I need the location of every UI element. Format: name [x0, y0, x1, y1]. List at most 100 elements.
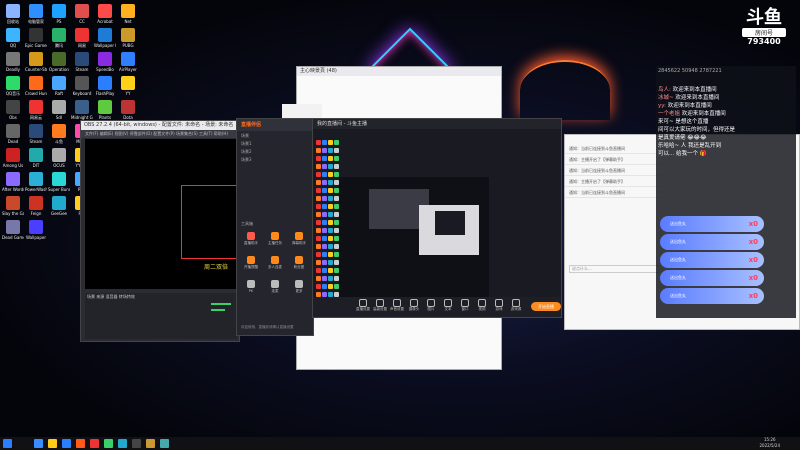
desktop-icon[interactable]: QQ — [2, 28, 24, 48]
source-thumbnail[interactable] — [327, 203, 333, 209]
source-thumbnail[interactable] — [333, 139, 339, 145]
desktop-icon[interactable]: Dead — [2, 124, 24, 144]
source-thumbnail[interactable] — [321, 179, 327, 185]
source-thumbnail[interactable] — [321, 235, 327, 241]
source-thumbnail[interactable] — [333, 227, 339, 233]
source-thumbnail[interactable] — [327, 211, 333, 217]
desktop-icon[interactable]: 斗鱼 — [48, 124, 70, 144]
source-thumbnail[interactable] — [327, 155, 333, 161]
source-thumbnail[interactable] — [333, 211, 339, 217]
source-thumbnail[interactable] — [315, 211, 321, 217]
source-thumbnail[interactable] — [327, 147, 333, 153]
scene-item[interactable]: 场景2 — [237, 149, 269, 157]
desktop-icon[interactable]: PowerWash Simulator — [25, 172, 47, 192]
taskbar-app-icon[interactable] — [160, 439, 169, 448]
source-thumbnail[interactable] — [333, 195, 339, 201]
source-thumbnail[interactable] — [333, 275, 339, 281]
source-thumbnail[interactable] — [321, 187, 327, 193]
desktop-icon[interactable]: 网易云 — [25, 100, 47, 120]
source-thumbnail[interactable] — [315, 179, 321, 185]
obs-source-frame[interactable] — [181, 185, 239, 259]
desktop-icon[interactable]: CC — [71, 4, 93, 24]
obs-menu-bar[interactable]: 文件(F) 编辑(E) 视图(V) 停靠部件(D) 配置文件(P) 场景集合(S… — [81, 130, 239, 138]
source-thumbnail[interactable] — [315, 267, 321, 273]
source-thumbnail[interactable] — [327, 235, 333, 241]
clock[interactable]: 15:26 2022/5/24 — [759, 437, 780, 449]
source-thumbnail[interactable] — [321, 163, 327, 169]
source-thumbnail[interactable] — [315, 219, 321, 225]
source-thumbnail[interactable] — [333, 259, 339, 265]
taskbar-app-icon[interactable] — [90, 439, 99, 448]
taskbar-app-icon[interactable] — [34, 439, 43, 448]
source-thumbnail[interactable] — [321, 291, 327, 297]
desktop-icon[interactable]: Dota — [117, 100, 139, 120]
desktop-icon[interactable]: 网易 — [71, 28, 93, 48]
source-thumbnail[interactable] — [327, 251, 333, 257]
desktop-icon[interactable]: PS — [48, 4, 70, 24]
desktop-icon[interactable]: GeeGee — [48, 196, 70, 216]
taskbar-app-icon[interactable] — [132, 439, 141, 448]
source-thumbnail[interactable] — [333, 155, 339, 161]
source-thumbnail[interactable] — [333, 171, 339, 177]
scene-item[interactable]: 场景3 — [237, 157, 269, 165]
source-thumbnail[interactable] — [321, 259, 327, 265]
desktop-icon[interactable]: 回收站 — [2, 4, 24, 24]
source-thumbnail[interactable] — [333, 163, 339, 169]
source-thumbnail[interactable] — [315, 235, 321, 241]
desktop-icon[interactable]: Keyboard — [71, 76, 93, 96]
desktop-icon[interactable]: Deadly — [2, 52, 24, 72]
source-thumbnail[interactable] — [315, 291, 321, 297]
tool-item[interactable]: 直播助手 — [240, 230, 262, 252]
source-thumbnail[interactable] — [333, 243, 339, 249]
desktop-icon[interactable]: Wallpaper — [25, 220, 47, 240]
source-thumbnail[interactable] — [321, 203, 327, 209]
source-thumbnail[interactable] — [333, 267, 339, 273]
tool-item[interactable]: 连麦 — [264, 278, 286, 300]
source-thumbnail[interactable] — [315, 227, 321, 233]
desktop-icon[interactable]: AirPlayer — [117, 52, 139, 72]
source-thumbnail[interactable] — [315, 163, 321, 169]
desktop-icon[interactable]: Wallpaper Engine — [94, 28, 116, 48]
obs-dock[interactable]: 场景 来源 混音器 转场特效 — [85, 293, 237, 339]
source-thumbnail[interactable] — [315, 171, 321, 177]
source-thumbnail[interactable] — [321, 139, 327, 145]
desktop-icon[interactable]: Counter-Strike — [25, 52, 47, 72]
desktop-icon[interactable]: FlashPlay — [94, 76, 116, 96]
desktop-icon[interactable]: Crowd Hunger — [25, 76, 47, 96]
source-thumbnail[interactable] — [333, 147, 339, 153]
taskbar-app-icon[interactable] — [48, 439, 57, 448]
source-thumbnail[interactable] — [321, 211, 327, 217]
source-thumbnail[interactable] — [321, 195, 327, 201]
source-thumbnail[interactable] — [327, 243, 333, 249]
desktop-icon[interactable]: 电脑管家 — [25, 4, 47, 24]
source-thumbnail[interactable] — [333, 203, 339, 209]
source-thumbnail[interactable] — [321, 251, 327, 257]
start-live-button[interactable]: 开始直播 — [531, 302, 561, 311]
source-thumbnail[interactable] — [327, 219, 333, 225]
tool-item[interactable]: 粉丝团 — [288, 254, 310, 276]
desktop-icon[interactable]: OCUS — [48, 148, 70, 168]
obs-window[interactable]: OBS 27.2.4 (64-bit, windows) - 配置文件: 未命名… — [80, 120, 240, 342]
tool-item[interactable]: 更多 — [288, 278, 310, 300]
source-thumbnail[interactable] — [321, 227, 327, 233]
desktop-icon[interactable]: Operation — [48, 52, 70, 72]
live-tool-window[interactable]: 直播伴侣 场景 场景1 场景2 场景3 工具箱 直播助手 主播任务 弹幕助手 开播提醒… — [236, 118, 314, 336]
source-thumbnail[interactable] — [327, 163, 333, 169]
tool-tab[interactable]: 场景 — [237, 133, 269, 141]
desktop-icon[interactable]: Midnight Ghost Hunt — [71, 100, 93, 120]
source-thumbnail[interactable] — [327, 195, 333, 201]
source-thumbnail[interactable] — [321, 275, 327, 281]
source-thumbnail[interactable] — [327, 187, 333, 193]
desktop-icon[interactable]: Plants — [94, 100, 116, 120]
source-thumbnail[interactable] — [333, 251, 339, 257]
taskbar-app-icon[interactable] — [76, 439, 85, 448]
source-thumbnail[interactable] — [333, 235, 339, 241]
desktop-icon[interactable]: 腾讯 — [48, 28, 70, 48]
desktop-icon[interactable]: Sdl — [48, 100, 70, 120]
desktop-icon[interactable]: Super Bunny Man — [48, 172, 70, 192]
source-thumbnail[interactable] — [315, 203, 321, 209]
desktop-icon[interactable]: Steam — [25, 124, 47, 144]
tool-item[interactable]: PK — [240, 278, 262, 300]
taskbar-app-icon[interactable] — [62, 439, 71, 448]
desktop-icon[interactable]: After Words — [2, 172, 24, 192]
